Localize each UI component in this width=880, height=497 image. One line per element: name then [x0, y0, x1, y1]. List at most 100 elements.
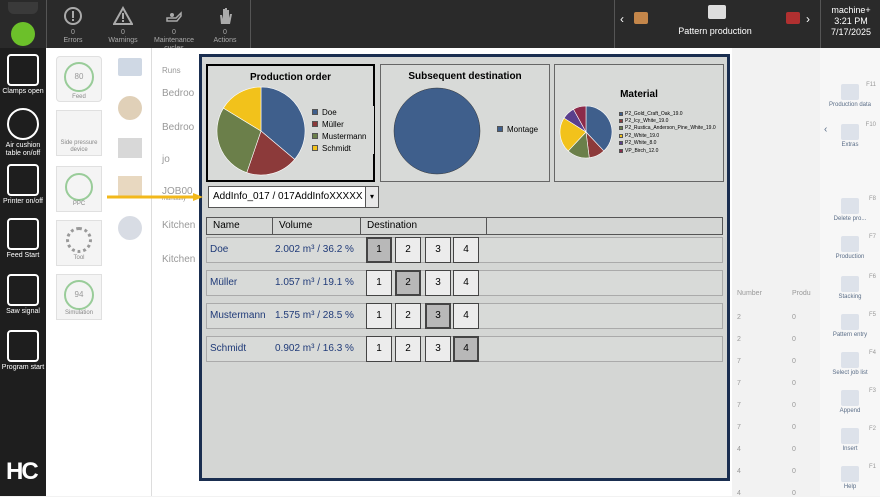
printer-button[interactable]: Printer on/off — [0, 164, 46, 206]
destination-button-2[interactable]: 2 — [395, 237, 421, 263]
number-cell: 4 — [737, 446, 741, 453]
simulation-value: 94 — [64, 280, 94, 310]
actions-label: Actions — [213, 37, 237, 44]
list-item[interactable]: Bedroo — [162, 122, 194, 133]
subsequent-destination-chart[interactable]: Subsequent destination Montage — [380, 64, 550, 182]
warnings-indicator[interactable]: 0 Warnings — [98, 4, 148, 45]
row-name: Mustermann — [210, 310, 266, 321]
destination-button-3[interactable]: 3 — [425, 336, 451, 362]
actions-indicator[interactable]: 0 Actions — [200, 4, 250, 45]
destination-button-4[interactable]: 4 — [453, 303, 479, 329]
destination-button-4[interactable]: 4 — [453, 237, 479, 263]
destination-button-2[interactable]: 2 — [395, 303, 421, 329]
destination-button-2[interactable]: 2 — [395, 270, 421, 296]
function-key-label: Help — [843, 484, 857, 490]
card-icon[interactable] — [118, 58, 142, 76]
addinfo-select[interactable]: AddInfo_017 / 017AddInfoXXXXX — [208, 186, 366, 208]
maintenance-indicator[interactable]: 0 Maintenance cycles — [146, 4, 202, 53]
function-key-label: Stacking — [838, 294, 862, 300]
function-key-f1[interactable]: Help F1 — [820, 464, 880, 490]
legend-entry: Doe — [312, 106, 374, 118]
legend-label: P2_White_19.0 — [625, 132, 660, 139]
mode-prev-icon[interactable] — [634, 12, 648, 24]
feed-start-icon — [7, 218, 39, 250]
feed-start-label: Feed Start — [6, 252, 40, 259]
mode-next-icon[interactable] — [786, 12, 800, 24]
mode-label[interactable]: Pattern production — [660, 26, 770, 36]
table-row: Doe 2.002 m³ / 36.2 % 1 2 3 4 — [206, 237, 723, 263]
function-key-f7[interactable]: Production F7 — [820, 234, 880, 260]
function-key-f3[interactable]: Append F3 — [820, 388, 880, 414]
program-start-button[interactable]: Program start — [0, 330, 46, 372]
function-key-code: F1 — [868, 464, 876, 470]
function-key-column: Production data F11 Extras F10 Delete pro...… — [820, 48, 880, 496]
function-key-code: F5 — [868, 312, 876, 318]
legend-swatch — [619, 111, 623, 116]
user-name[interactable]: machine+ — [822, 5, 880, 16]
function-key-label: Delete pro... — [833, 216, 867, 222]
produced-column-header: Produ — [792, 290, 811, 297]
destination-button-1[interactable]: 1 — [366, 303, 392, 329]
function-key-f2[interactable]: Insert F2 — [820, 426, 880, 452]
measure-icon[interactable] — [118, 138, 142, 158]
list-item[interactable]: Kitchen — [162, 220, 195, 231]
row-volume: 0.902 m³ / 16.3 % — [275, 343, 354, 354]
list-item[interactable]: Bedroo — [162, 88, 194, 99]
mode-prev-arrow[interactable]: ‹ — [620, 12, 624, 26]
production-order-chart[interactable]: Production order Doe Müller Mustermann Schm… — [206, 64, 375, 182]
chart-title: Production order — [249, 72, 332, 83]
air-cushion-icon — [7, 108, 39, 140]
disc-icon[interactable] — [118, 216, 142, 240]
material-chart[interactable]: Material P2_Gold_Craft_Oak_19.0 P2_Icy_Wh… — [554, 64, 724, 182]
list-item[interactable]: Kitchen — [162, 254, 195, 265]
destination-button-1[interactable]: 1 — [366, 336, 392, 362]
search-icon[interactable] — [118, 96, 142, 120]
destination-button-3[interactable]: 3 — [425, 303, 451, 329]
maintenance-count: 0 — [172, 29, 176, 36]
destination-button-1[interactable]: 1 — [366, 270, 392, 296]
warnings-label: Warnings — [108, 37, 138, 44]
destination-button-1[interactable]: 1 — [366, 237, 392, 263]
production-order-pie — [216, 86, 306, 176]
list-item[interactable]: jo — [162, 154, 170, 165]
mode-next-arrow[interactable]: › — [806, 12, 810, 26]
legend-swatch — [312, 121, 318, 127]
destination-button-3[interactable]: 3 — [425, 270, 451, 296]
row-volume: 1.575 m³ / 28.5 % — [275, 310, 354, 321]
function-key-f10[interactable]: Extras F10 — [820, 122, 880, 148]
destination-button-4[interactable]: 4 — [453, 336, 479, 362]
function-key-f6[interactable]: Stacking F6 — [820, 274, 880, 300]
chevron-left-icon[interactable]: ‹ — [824, 124, 827, 135]
errors-indicator[interactable]: 0 Errors — [48, 4, 98, 45]
feed-start-button[interactable]: Feed Start — [0, 218, 46, 260]
number-cell: 7 — [737, 380, 741, 387]
arrow-pointer-icon — [107, 193, 203, 201]
legend-swatch — [619, 141, 623, 146]
feed-label: Feed — [72, 94, 86, 100]
function-key-code: F7 — [868, 234, 876, 240]
column-header-empty — [487, 217, 723, 235]
chevron-down-icon[interactable]: ▾ — [365, 186, 379, 208]
produced-cell: 0 — [792, 468, 796, 475]
function-key-label: Select job list — [832, 370, 868, 376]
saw-signal-button[interactable]: Saw signal — [0, 274, 46, 316]
clamps-open-button[interactable]: Clamps open — [0, 54, 46, 96]
legend-swatch — [619, 126, 623, 131]
saw-signal-icon — [7, 274, 39, 306]
function-key-icon — [841, 428, 859, 444]
table-row: Schmidt 0.902 m³ / 16.3 % 1 2 3 4 — [206, 336, 723, 362]
air-cushion-button[interactable]: Air cushion table on/off — [0, 108, 46, 158]
function-key-f5[interactable]: Pattern entry F5 — [820, 312, 880, 338]
destination-button-4[interactable]: 4 — [453, 270, 479, 296]
function-key-f8[interactable]: Delete pro... F8 — [820, 196, 880, 222]
destination-button-3[interactable]: 3 — [425, 237, 451, 263]
status-light-off — [8, 2, 38, 14]
legend-swatch — [497, 126, 503, 132]
function-key-f4[interactable]: Select job list F4 — [820, 350, 880, 376]
function-key-code: F11 — [866, 82, 876, 88]
produced-cell: 0 — [792, 446, 796, 453]
legend-entry: Schmidt — [312, 142, 374, 154]
destination-button-2[interactable]: 2 — [395, 336, 421, 362]
function-key-f11[interactable]: Production data F11 — [820, 82, 880, 108]
hand-icon — [220, 8, 232, 24]
